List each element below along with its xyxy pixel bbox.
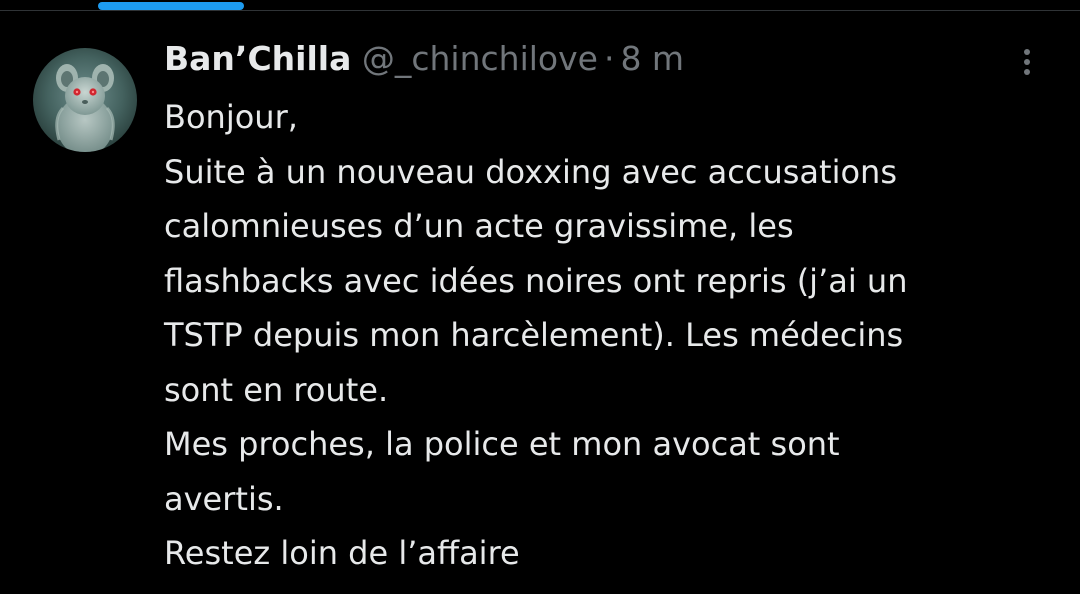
tweet-text-line: Mes proches, la police et mon avocat son…	[164, 425, 840, 463]
tweet-text: Bonjour, Suite à un nouveau doxxing avec…	[164, 90, 1064, 581]
active-tab-indicator	[98, 2, 244, 10]
more-options-button[interactable]	[1010, 41, 1044, 81]
tweet-text-line: Restez loin de l’affaire	[164, 534, 520, 572]
tweet-text-line: avertis.	[164, 479, 284, 518]
timestamp[interactable]: 8 m	[620, 39, 684, 78]
user-handle[interactable]: @_chinchilove	[362, 39, 598, 78]
display-name[interactable]: Ban’Chilla	[164, 39, 351, 78]
tweet[interactable]: Ban’Chilla @_chinchilove · 8 m Bonjour, Su…	[0, 11, 1080, 594]
tweet-text-line: TSTP depuis mon harcèlement). Les médeci…	[164, 316, 904, 354]
chinchilla-avatar-icon	[33, 48, 137, 152]
avatar[interactable]	[33, 48, 137, 152]
header-separator: ·	[603, 39, 615, 78]
tweet-text-line: Suite à un nouveau doxxing avec accusati…	[164, 152, 897, 191]
tweet-text-line: calomnieuses d’un acte gravissime, les	[164, 207, 794, 245]
tweet-header: Ban’Chilla @_chinchilove · 8 m	[164, 39, 684, 79]
tweet-text-line: sont en route.	[164, 370, 389, 409]
tweet-text-line: flashbacks avec idées noires ont repris …	[164, 261, 908, 300]
tweet-text-line: Bonjour,	[164, 98, 298, 136]
